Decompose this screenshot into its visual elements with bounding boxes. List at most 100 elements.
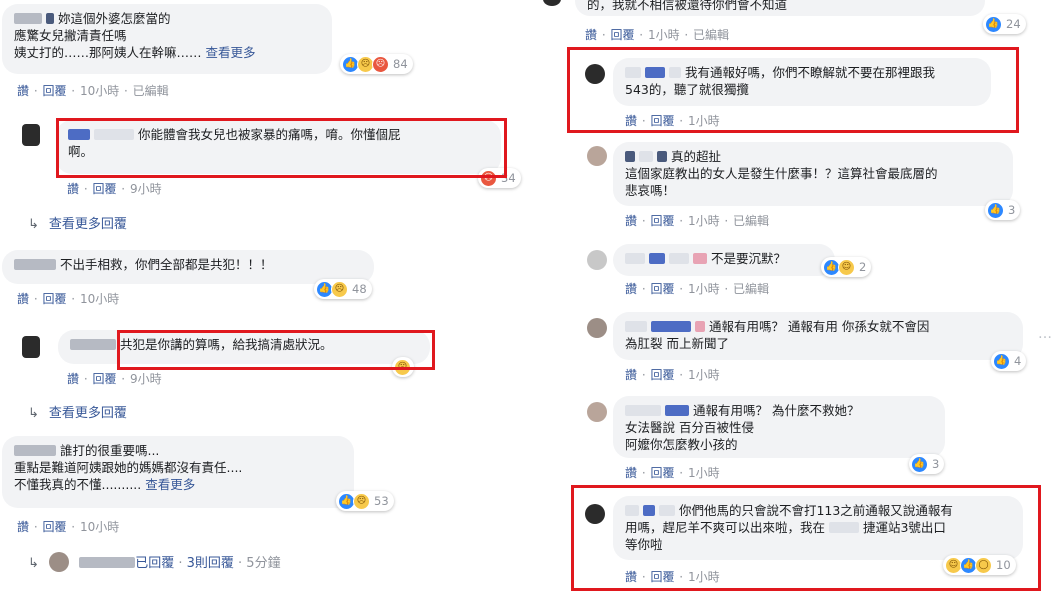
replied-label: 已回覆 [135,556,175,571]
comment-time[interactable]: 10小時 [80,520,119,534]
like-link[interactable]: 讚 [17,84,29,98]
comment-time[interactable]: 9小時 [130,182,162,196]
commenter-name[interactable] [14,13,42,24]
reaction-count: 53 [374,494,389,508]
commenter-avatar[interactable] [587,318,607,338]
replier-avatar [49,552,70,572]
reply-link[interactable]: 回覆 [42,520,66,534]
like-link[interactable]: 讚 [67,182,79,196]
commenter-name[interactable] [625,151,635,162]
comment-time[interactable]: 1小時 [688,570,720,584]
reaction-summary[interactable]: 👍 ☹ 53 [336,491,394,511]
reply-link[interactable]: 回覆 [42,292,66,306]
reply-link[interactable]: 回覆 [92,182,116,196]
comment-actions: 讚 · 回覆 · 1小時 [625,114,720,128]
commenter-avatar[interactable] [585,64,605,84]
commenter-name[interactable] [642,505,655,516]
reply-link[interactable]: 回覆 [650,282,674,296]
like-link[interactable]: 讚 [625,466,637,480]
reaction-summary[interactable]: ☺ 👍 ◯ 10 [943,555,1016,575]
commenter-name[interactable] [70,339,116,350]
reply-link[interactable]: 回覆 [42,84,66,98]
commenter-name[interactable] [650,321,691,332]
edited-label: 已編輯 [693,28,730,42]
replies-summary-link[interactable]: ↳ 已回覆 · 3則回覆 · 5分鐘 [28,552,281,572]
highlight-box [56,118,507,178]
reaction-count: 4 [1014,354,1022,368]
see-more-link[interactable]: 查看更多 [145,477,195,492]
comment-bubble: 通報有用嗎？ 為什麼不救她？ 女法醫說 百分百被性侵 阿嬤你怎麼教小孩的 [613,396,945,458]
like-link[interactable]: 讚 [67,372,79,386]
comment-actions: 讚 · 回覆 · 1小時 · 已編輯 [625,214,770,228]
like-reaction-icon: 👍 [911,455,928,473]
edited-label: 已編輯 [733,282,770,296]
reaction-summary[interactable]: 👍 ☹ ☹ 84 [340,54,413,74]
view-more-label: 查看更多回覆 [48,217,127,232]
reply-link[interactable]: 回覆 [650,466,674,480]
reply-link[interactable]: 回覆 [650,368,674,382]
comment-text: 悲哀嗎！ [625,183,676,198]
reaction-summary[interactable]: 👍 3 [909,454,945,474]
like-link[interactable]: 讚 [17,520,29,534]
commenter-avatar[interactable] [587,146,607,166]
comment-actions: 讚 · 回覆 · 9小時 [67,372,162,386]
like-link[interactable]: 讚 [625,282,637,296]
commenter-name[interactable] [648,253,665,264]
reply-link[interactable]: 回覆 [650,570,674,584]
commenter-name[interactable] [664,405,689,416]
commenter-name[interactable] [14,445,56,456]
comment-time[interactable]: 1小時 [688,368,720,382]
like-link[interactable]: 讚 [585,28,597,42]
comment-time[interactable]: 1小時 [648,28,680,42]
comment-text: 女法醫說 百分百被性侵 [625,420,754,435]
comment-time[interactable]: 10小時 [80,292,119,306]
comment-time[interactable]: 1小時 [688,466,720,480]
reaction-summary[interactable]: 👍 4 [991,351,1027,371]
reaction-summary[interactable]: 👍 ☺ 2 [821,257,872,277]
comment-bubble: 誰打的很重要嗎... 重點是難道阿姨跟她的媽媽都沒有責任.... 不懂我真的不懂… [2,436,354,508]
commenter-avatar[interactable] [585,504,605,524]
sad-reaction-icon: ☹ [331,280,348,298]
comment-actions: 讚 · 回覆 · 10小時 [17,520,120,534]
reaction-summary[interactable]: 👍 3 [985,200,1021,220]
more-options-icon[interactable]: … [1038,326,1053,342]
like-link[interactable]: 讚 [625,368,637,382]
comment-time[interactable]: 10小時 [80,84,119,98]
like-link[interactable]: 讚 [625,114,637,128]
commenter-avatar[interactable] [22,124,40,146]
comment-actions: 讚 · 回覆 · 1小時 · 已編輯 [585,28,730,42]
reaction-summary[interactable]: 👍 24 [983,14,1026,34]
commenter-name[interactable] [14,259,56,270]
view-more-replies-link[interactable]: ↳ 查看更多回覆 [28,213,127,232]
comment-time[interactable]: 1小時 [688,282,720,296]
comment-bubble: 妳這個外婆怎麼當的 應驚女兒撇清責任嗎 姨丈打的……那阿姨人在幹嘛…… 查看更多 [2,4,332,74]
wow-reaction-icon: ◯ [975,556,992,574]
reaction-count: 3 [932,457,940,471]
reaction-summary[interactable]: 👍 ☹ 48 [314,279,372,299]
reply-link[interactable]: 回覆 [610,28,634,42]
view-more-replies-link[interactable]: ↳ 查看更多回覆 [28,402,127,421]
commenter-avatar[interactable] [22,336,40,358]
like-link[interactable]: 讚 [625,214,637,228]
comment-text: 我有通報好嗎，你們不瞭解就不要在那裡跟我 [684,65,935,80]
like-link[interactable]: 讚 [17,292,29,306]
like-link[interactable]: 讚 [625,570,637,584]
commenter-avatar[interactable] [587,250,607,270]
highlight-box [117,330,435,370]
see-more-link[interactable]: 查看更多 [206,45,256,60]
commenter-avatar[interactable] [587,402,607,422]
comment-time[interactable]: 1小時 [688,114,720,128]
reply-arrow-icon: ↳ [28,217,39,232]
reply-link[interactable]: 回覆 [650,114,674,128]
reaction-count: 10 [996,558,1011,572]
haha-reaction-icon: ☺ [838,258,855,276]
comment-text: 通報有用嗎？ 通報有用 你孫女就不會因 [708,319,930,334]
reply-link[interactable]: 回覆 [92,372,116,386]
comment-bubble: 我有通報好嗎，你們不瞭解就不要在那裡跟我 543的，聽了就很獨攬 [613,58,991,106]
commenter-avatar[interactable] [543,0,561,6]
comment-time[interactable]: 9小時 [130,372,162,386]
comment-time[interactable]: 1小時 [688,214,720,228]
reply-link[interactable]: 回覆 [650,214,674,228]
commenter-name[interactable] [644,67,665,78]
comment-bubble: 真的超扯 這個家庭教出的女人是發生什麼事！？這算社會最底層的 悲哀嗎！ [613,142,1013,206]
